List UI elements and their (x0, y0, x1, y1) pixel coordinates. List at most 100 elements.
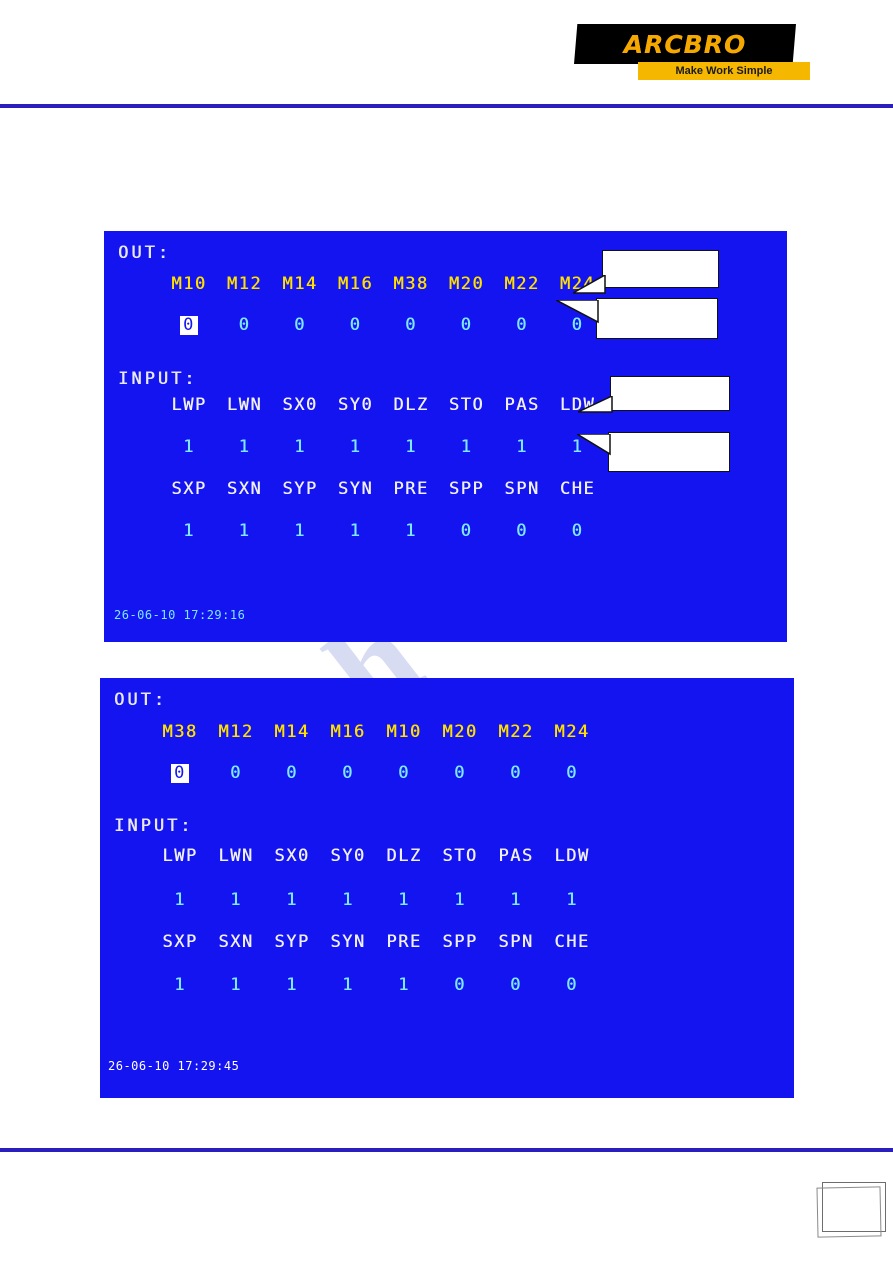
cnc-io-screen[interactable]: OUT: INPUT: M38 M12 M14 M16 M10 M20 M22 M24 0 0 0 0 0 0… (100, 678, 794, 1098)
signal-label[interactable]: M22 (492, 722, 540, 742)
signal-value[interactable]: 0 (166, 315, 212, 335)
signal-value[interactable]: 1 (388, 521, 434, 541)
signal-value[interactable]: 1 (156, 890, 204, 910)
signal-value[interactable]: 1 (212, 975, 260, 995)
signal-value[interactable]: 0 (492, 975, 540, 995)
signal-value[interactable]: 0 (268, 763, 316, 783)
signal-label[interactable]: M14 (277, 274, 323, 294)
signal-value[interactable]: 0 (156, 763, 204, 783)
signal-value[interactable]: 1 (324, 890, 372, 910)
signal-value[interactable]: 1 (222, 437, 268, 457)
signal-label[interactable]: DLZ (388, 395, 434, 415)
signal-label[interactable]: M12 (212, 722, 260, 742)
signal-value[interactable]: 0 (380, 763, 428, 783)
signal-label[interactable]: SYP (277, 479, 323, 499)
signal-value[interactable]: 0 (436, 763, 484, 783)
signal-value[interactable]: 0 (222, 315, 268, 335)
signal-value[interactable]: 1 (268, 975, 316, 995)
signal-label[interactable]: SY0 (333, 395, 379, 415)
signal-label[interactable]: PAS (492, 846, 540, 866)
signal-label[interactable]: M10 (380, 722, 428, 742)
signal-value[interactable]: 0 (499, 315, 545, 335)
signal-value[interactable]: 0 (212, 763, 260, 783)
signal-value[interactable]: 1 (380, 890, 428, 910)
signal-label[interactable]: M10 (166, 274, 212, 294)
signal-label[interactable]: LWN (212, 846, 260, 866)
signal-label[interactable]: LWN (222, 395, 268, 415)
signal-label[interactable]: PRE (380, 932, 428, 952)
signal-value[interactable]: 0 (388, 315, 434, 335)
signal-label[interactable]: PRE (388, 479, 434, 499)
signal-value[interactable]: 1 (324, 975, 372, 995)
signal-value[interactable]: 1 (333, 437, 379, 457)
signal-value[interactable]: 1 (444, 437, 490, 457)
signal-label[interactable]: M20 (436, 722, 484, 742)
signal-value[interactable]: 0 (444, 315, 490, 335)
signal-label[interactable]: M24 (548, 722, 596, 742)
signal-value[interactable]: 0 (548, 763, 596, 783)
signal-label[interactable]: SXN (222, 479, 268, 499)
signal-label[interactable]: SPN (499, 479, 545, 499)
signal-value[interactable]: 1 (499, 437, 545, 457)
signal-label[interactable]: SXP (166, 479, 212, 499)
signal-value[interactable]: 0 (492, 763, 540, 783)
signal-row: LWP LWN SX0 SY0 DLZ STO PAS LDW (156, 846, 604, 866)
signal-value[interactable]: 1 (166, 437, 212, 457)
signal-label[interactable]: SYN (324, 932, 372, 952)
signal-value[interactable]: 1 (436, 890, 484, 910)
annotation-callout (610, 376, 730, 411)
signal-label[interactable]: PAS (499, 395, 545, 415)
signal-label[interactable]: SY0 (324, 846, 372, 866)
signal-label[interactable]: LDW (548, 846, 596, 866)
signal-label[interactable]: M38 (388, 274, 434, 294)
signal-label[interactable]: STO (444, 395, 490, 415)
signal-row: 11111111 (156, 890, 604, 910)
signal-value[interactable]: 1 (388, 437, 434, 457)
signal-label[interactable]: M38 (156, 722, 204, 742)
signal-row: M10 M12 M14 M16 M38 M20 M22 M24 (166, 274, 610, 294)
signal-label[interactable]: SXN (212, 932, 260, 952)
signal-value[interactable]: 0 (324, 763, 372, 783)
signal-label[interactable]: SXP (156, 932, 204, 952)
signal-value[interactable]: 1 (277, 437, 323, 457)
signal-value[interactable]: 0 (436, 975, 484, 995)
signal-value[interactable]: 0 (499, 521, 545, 541)
signal-value[interactable]: 1 (166, 521, 212, 541)
signal-value[interactable]: 1 (212, 890, 260, 910)
selected-value-highlight[interactable]: 0 (171, 764, 189, 783)
signal-value[interactable]: 1 (156, 975, 204, 995)
signal-value[interactable]: 0 (333, 315, 379, 335)
signal-label[interactable]: SPP (436, 932, 484, 952)
signal-value[interactable]: 1 (268, 890, 316, 910)
signal-label[interactable]: SYN (333, 479, 379, 499)
signal-label[interactable]: SX0 (277, 395, 323, 415)
signal-label[interactable]: CHE (548, 932, 596, 952)
signal-value[interactable]: 1 (492, 890, 540, 910)
signal-label[interactable]: STO (436, 846, 484, 866)
signal-value[interactable]: 1 (548, 890, 596, 910)
signal-label[interactable]: DLZ (380, 846, 428, 866)
signal-label[interactable]: M20 (444, 274, 490, 294)
signal-label[interactable]: M16 (324, 722, 372, 742)
signal-label[interactable]: M14 (268, 722, 316, 742)
signal-value[interactable]: 0 (277, 315, 323, 335)
signal-value[interactable]: 1 (380, 975, 428, 995)
signal-label[interactable]: SPP (444, 479, 490, 499)
signal-label[interactable]: M22 (499, 274, 545, 294)
signal-value[interactable]: 1 (222, 521, 268, 541)
signal-label[interactable]: LWP (156, 846, 204, 866)
signal-label[interactable]: LWP (166, 395, 212, 415)
signal-label[interactable]: M16 (333, 274, 379, 294)
signal-value[interactable]: 1 (277, 521, 323, 541)
selected-value-highlight[interactable]: 0 (180, 316, 198, 335)
signal-value[interactable]: 0 (548, 975, 596, 995)
signal-label[interactable]: CHE (555, 479, 601, 499)
signal-label[interactable]: SYP (268, 932, 316, 952)
signal-label[interactable]: M12 (222, 274, 268, 294)
signal-label[interactable]: SPN (492, 932, 540, 952)
signal-label[interactable]: SX0 (268, 846, 316, 866)
input-section-label: INPUT: (114, 816, 194, 836)
signal-value[interactable]: 0 (555, 521, 601, 541)
signal-value[interactable]: 1 (333, 521, 379, 541)
signal-value[interactable]: 0 (444, 521, 490, 541)
